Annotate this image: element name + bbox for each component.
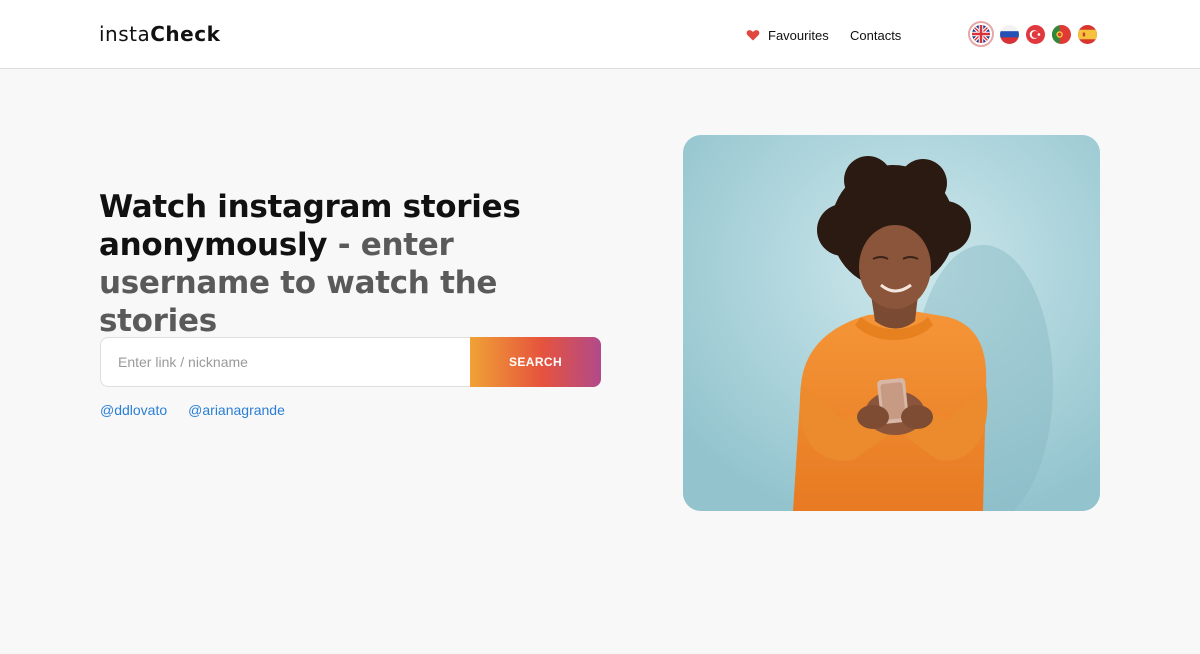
site-header: instaCheck Favourites Contacts bbox=[0, 0, 1200, 69]
logo-bold-text: Check bbox=[150, 22, 221, 46]
heart-icon bbox=[746, 28, 760, 42]
language-switcher bbox=[968, 21, 1104, 47]
logo-light-text: insta bbox=[99, 22, 151, 46]
hero-photo bbox=[683, 135, 1100, 511]
woman-with-phone-illustration bbox=[683, 135, 1100, 511]
hero-headline-strong: Watch instagram stories anonymously bbox=[99, 189, 521, 263]
nav-contacts-link[interactable]: Contacts bbox=[850, 26, 901, 44]
english-flag-icon[interactable] bbox=[968, 21, 994, 47]
search-input[interactable] bbox=[101, 338, 471, 386]
nav-favourites-link[interactable]: Favourites bbox=[746, 26, 829, 44]
spanish-flag-icon[interactable] bbox=[1078, 24, 1097, 44]
suggestion-link[interactable]: @arianagrande bbox=[188, 402, 285, 418]
search-button[interactable]: SEARCH bbox=[470, 337, 601, 387]
suggestions: @ddlovato @arianagrande bbox=[100, 402, 306, 418]
portuguese-flag-icon[interactable] bbox=[1052, 24, 1071, 44]
hero-headline: Watch instagram stories anonymously - en… bbox=[99, 188, 619, 340]
russian-flag-icon[interactable] bbox=[1000, 24, 1019, 44]
nav-contacts-label: Contacts bbox=[850, 27, 902, 43]
search-form: SEARCH bbox=[100, 337, 601, 387]
turkish-flag-icon[interactable] bbox=[1026, 24, 1045, 44]
logo[interactable]: instaCheck bbox=[99, 21, 220, 47]
suggestion-link[interactable]: @ddlovato bbox=[100, 402, 167, 418]
nav-favourites-label: Favourites bbox=[768, 27, 829, 43]
